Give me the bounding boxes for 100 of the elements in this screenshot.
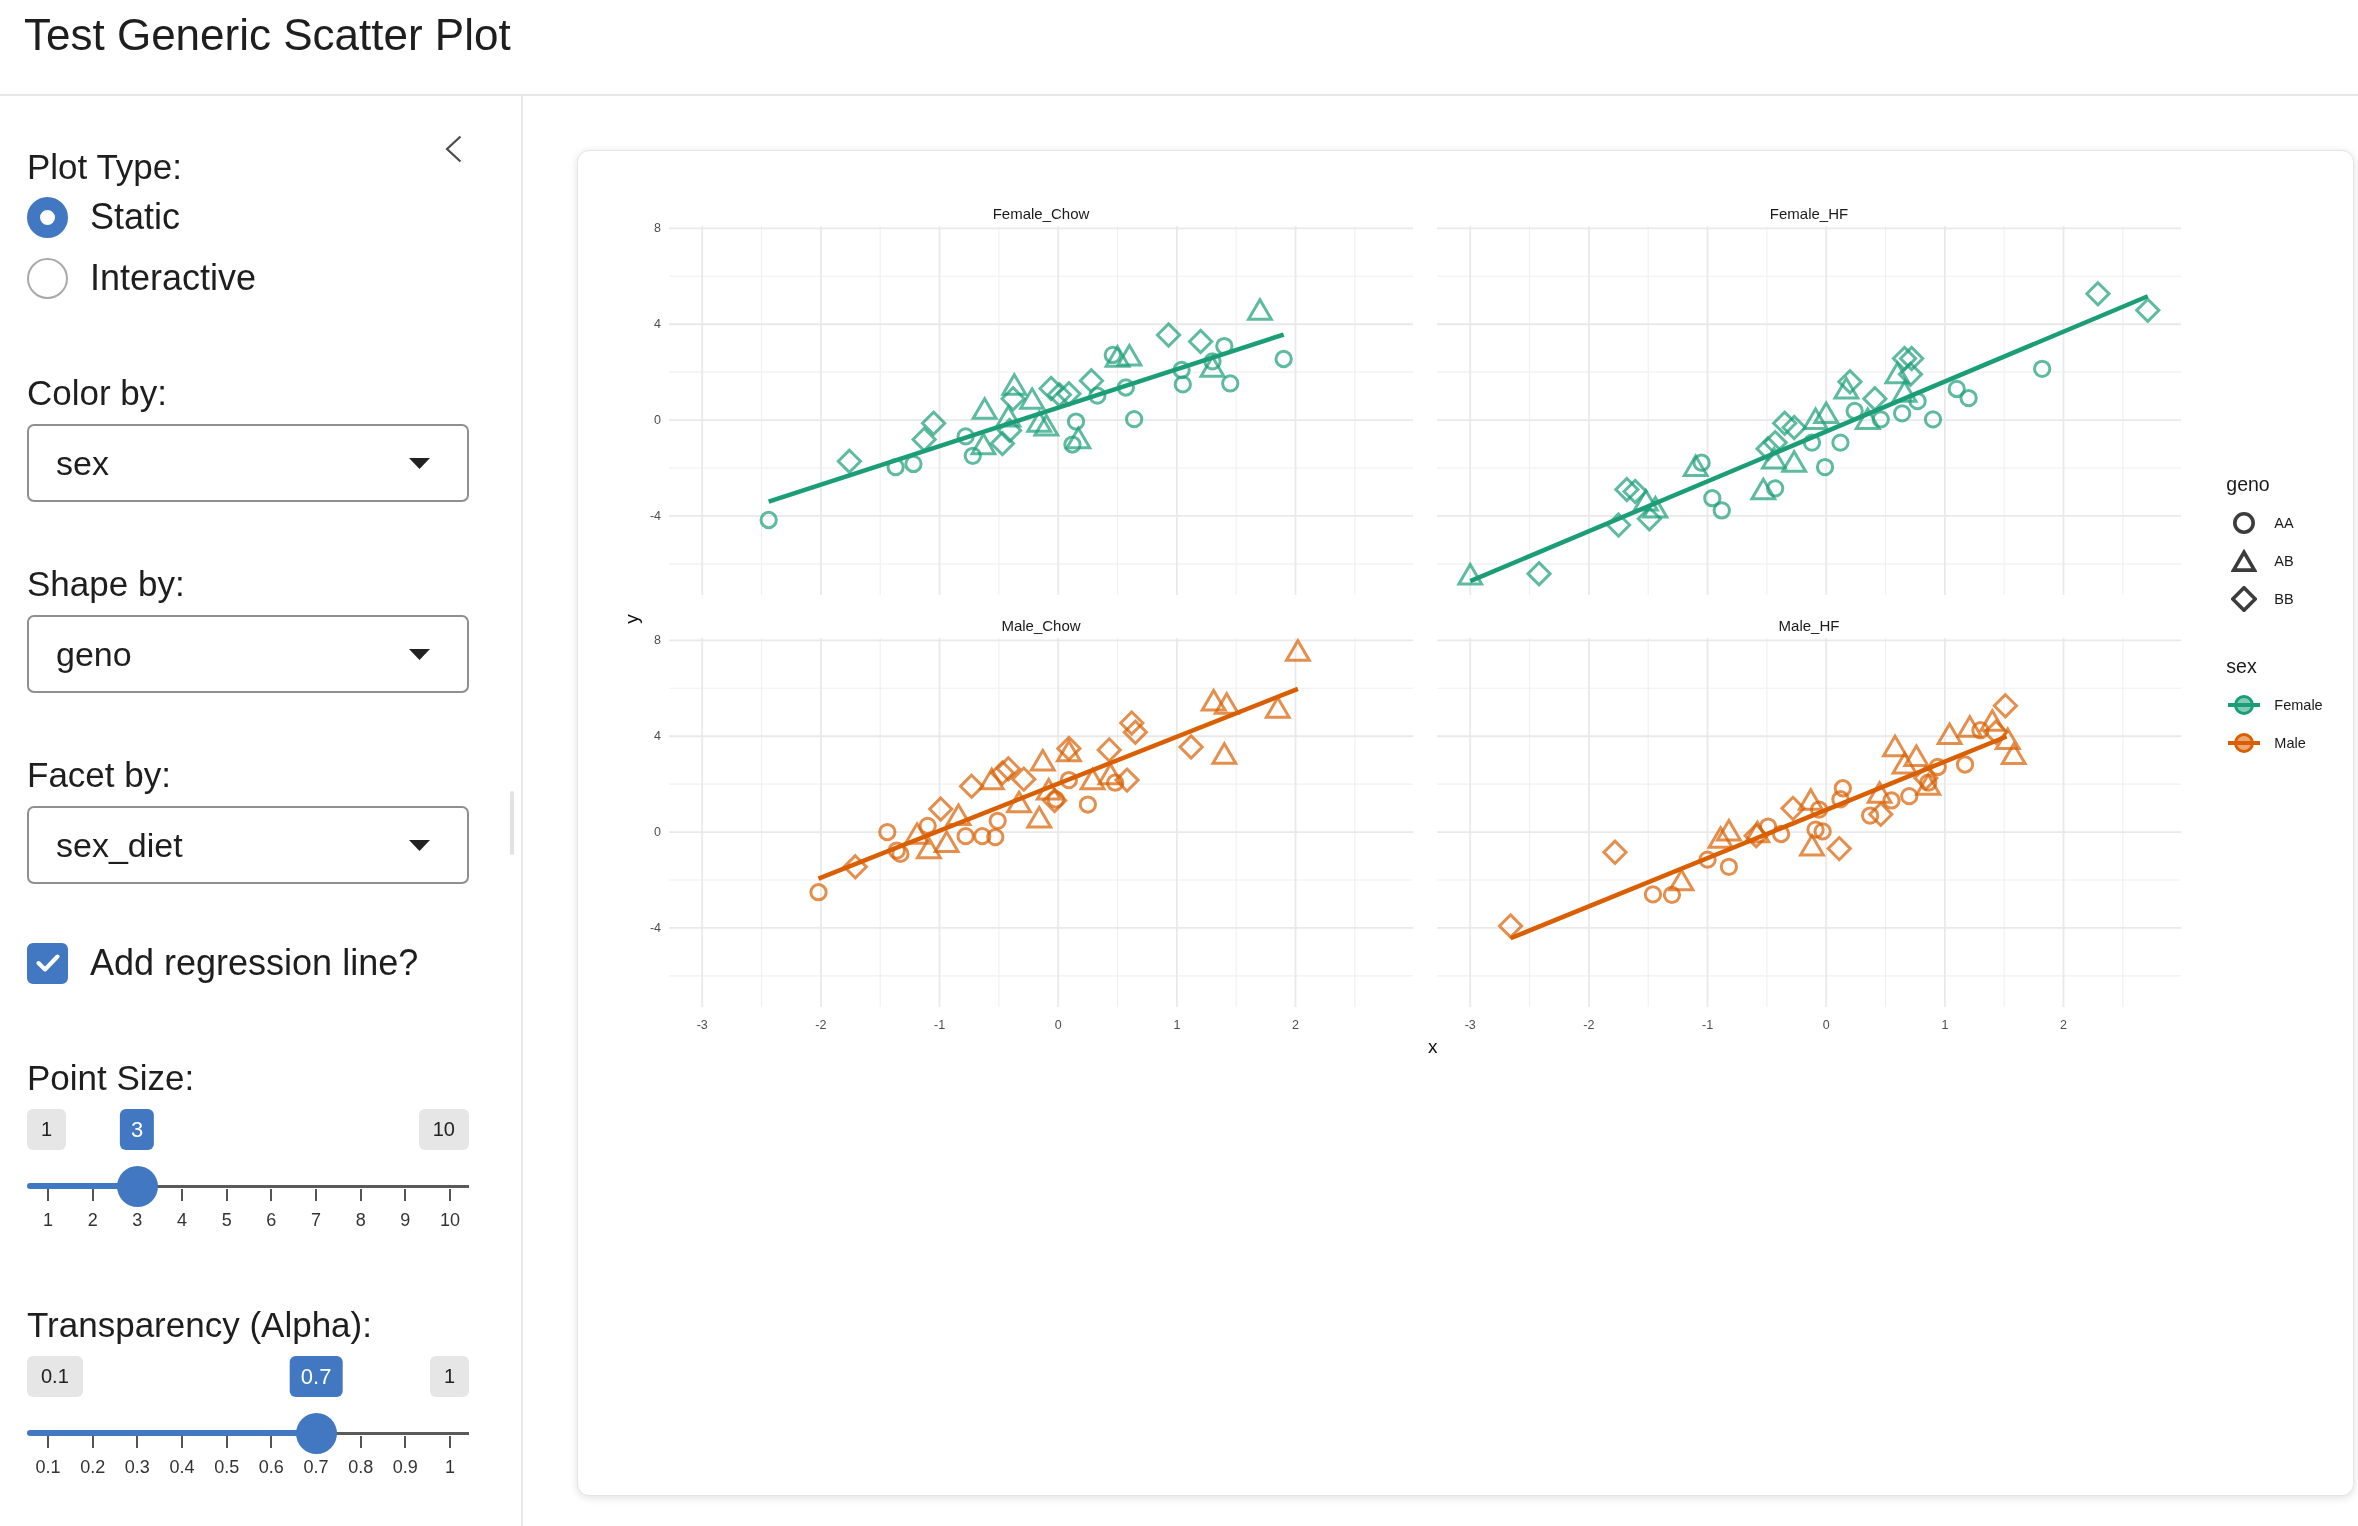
tick-mark bbox=[359, 1189, 362, 1201]
data-point bbox=[1891, 345, 1918, 372]
data-point bbox=[1935, 720, 1964, 745]
data-point bbox=[1771, 410, 1799, 437]
tick-mark bbox=[404, 1189, 407, 1201]
slider-thumb[interactable] bbox=[295, 1412, 337, 1454]
data-point bbox=[1883, 360, 1912, 385]
control-label: Transparency (Alpha): bbox=[27, 1304, 372, 1346]
data-point bbox=[1245, 296, 1274, 321]
slider-tick-label: 9 bbox=[400, 1209, 411, 1232]
data-point bbox=[1643, 885, 1663, 904]
circle-icon bbox=[2232, 511, 2257, 535]
data-point bbox=[1018, 385, 1047, 410]
caret-down-icon bbox=[409, 648, 430, 660]
tick-mark bbox=[449, 1189, 451, 1201]
data-point bbox=[836, 448, 863, 475]
diamond-icon bbox=[2231, 586, 2258, 612]
data-point bbox=[1924, 410, 1943, 429]
data-point bbox=[1636, 505, 1663, 533]
axis-tick-label: 0 bbox=[1054, 1018, 1062, 1032]
data-point bbox=[1881, 733, 1910, 758]
slider-tick-label: 0.5 bbox=[214, 1456, 240, 1479]
data-point bbox=[1096, 736, 1123, 764]
data-point bbox=[1000, 371, 1029, 396]
data-point bbox=[1078, 795, 1097, 814]
axis-tick-label: -2 bbox=[1583, 1018, 1595, 1032]
data-point bbox=[1712, 501, 1732, 520]
slider-tick-label: 1 bbox=[445, 1456, 455, 1479]
axis-tick-label: 8 bbox=[654, 633, 661, 648]
data-point bbox=[1992, 692, 2019, 720]
data-point bbox=[1632, 487, 1660, 512]
data-point bbox=[1947, 379, 1967, 399]
data-point bbox=[1199, 687, 1228, 712]
data-point bbox=[986, 827, 1005, 847]
data-point bbox=[1816, 457, 1835, 477]
axis-title: y bbox=[622, 613, 642, 624]
control-label: Color by: bbox=[27, 372, 168, 414]
slider-tick-label: 5 bbox=[221, 1209, 232, 1232]
slider-tick-label: 3 bbox=[132, 1209, 143, 1232]
slider-value-label: 3 bbox=[120, 1109, 155, 1150]
tick-mark bbox=[270, 1189, 273, 1201]
tick-mark bbox=[91, 1436, 94, 1448]
data-point bbox=[1836, 368, 1864, 395]
data-point bbox=[842, 853, 869, 881]
data-point bbox=[1456, 561, 1485, 586]
radio-label[interactable]: Static bbox=[90, 195, 181, 239]
data-point bbox=[989, 430, 1016, 457]
tick-mark bbox=[136, 1436, 139, 1448]
legend-label: AB bbox=[2274, 552, 2294, 571]
slider-tick-label: 4 bbox=[177, 1209, 187, 1232]
axis-tick-label: 0 bbox=[654, 825, 661, 840]
data-point bbox=[1898, 345, 1925, 372]
control-label: Point Size: bbox=[27, 1057, 195, 1099]
radio-label[interactable]: Interactive bbox=[90, 256, 257, 300]
slider-max-label: 1 bbox=[429, 1356, 469, 1397]
legend-label: Male bbox=[2274, 734, 2306, 753]
data-point bbox=[999, 385, 1027, 412]
data-point bbox=[809, 883, 828, 902]
data-point bbox=[1125, 410, 1144, 429]
radio-button[interactable] bbox=[27, 257, 68, 299]
data-point bbox=[1172, 360, 1191, 380]
data-point bbox=[886, 457, 905, 477]
axis-tick-label: 0 bbox=[654, 413, 661, 428]
caret-down-icon bbox=[409, 839, 430, 851]
legend-label: BB bbox=[2274, 590, 2294, 609]
legend-label: AA bbox=[2274, 514, 2294, 533]
tick-mark bbox=[404, 1436, 407, 1448]
data-point bbox=[1831, 790, 1850, 809]
select-field[interactable]: geno bbox=[27, 615, 469, 693]
control-label: Shape by: bbox=[27, 563, 185, 605]
checkbox-label[interactable]: Add regression line? bbox=[90, 941, 419, 985]
data-point bbox=[989, 759, 1016, 787]
tick-mark bbox=[181, 1436, 183, 1448]
data-point bbox=[1959, 388, 1978, 408]
slider-tick-label: 1 bbox=[43, 1209, 53, 1232]
tick-mark bbox=[270, 1436, 273, 1448]
data-point bbox=[1283, 637, 1312, 662]
axis-tick-label: 0 bbox=[1822, 1018, 1830, 1032]
slider-tick-label: 0.8 bbox=[348, 1456, 374, 1479]
radio-button[interactable] bbox=[27, 196, 68, 238]
data-point bbox=[1122, 718, 1149, 746]
data-point bbox=[2134, 297, 2162, 324]
slider-tick-label: 10 bbox=[439, 1209, 460, 1232]
control-label: Facet by: bbox=[27, 754, 171, 796]
data-point bbox=[995, 755, 1022, 783]
slider-tick-label: 6 bbox=[266, 1209, 277, 1232]
data-point bbox=[1613, 476, 1641, 503]
data-point bbox=[1755, 435, 1782, 463]
data-point bbox=[1999, 741, 2028, 766]
axis-tick-label: -3 bbox=[696, 1018, 708, 1032]
data-point bbox=[1177, 733, 1205, 761]
data-point bbox=[1703, 489, 1722, 508]
select-field[interactable]: sex_diet bbox=[27, 806, 469, 884]
data-point bbox=[970, 395, 999, 420]
checkmark-icon bbox=[35, 954, 60, 972]
slider-thumb[interactable] bbox=[116, 1165, 158, 1207]
checkbox[interactable] bbox=[27, 942, 68, 984]
facet-title: Male_Chow bbox=[1001, 616, 1081, 634]
data-point bbox=[1715, 817, 1744, 842]
select-field[interactable]: sex bbox=[27, 424, 469, 502]
